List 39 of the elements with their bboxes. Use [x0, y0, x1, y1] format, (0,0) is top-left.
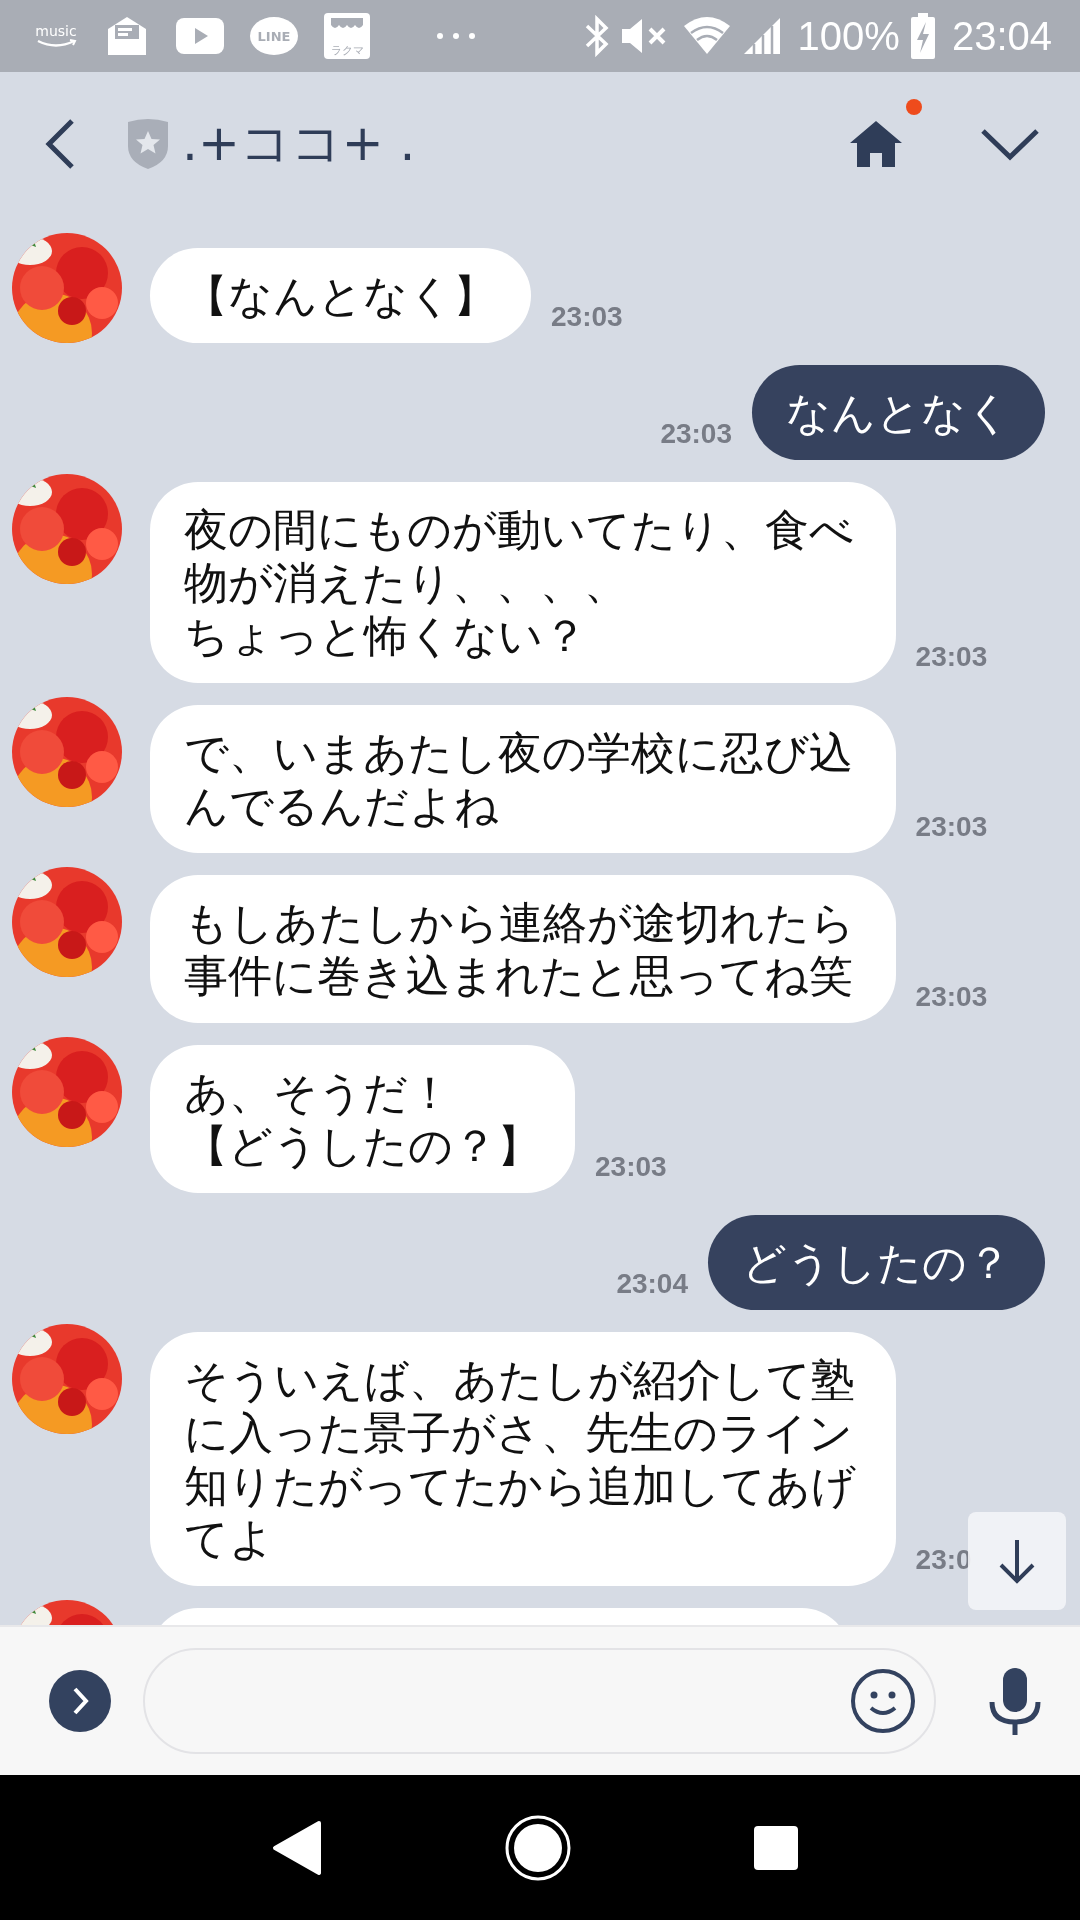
bluetooth-icon [583, 15, 610, 57]
message-text: あ、そうだ！ [184, 1066, 453, 1119]
message-time: 23:03 [660, 418, 732, 450]
message-time: 23:03 [595, 1151, 667, 1183]
more-icon [436, 32, 476, 40]
message-bubble: なんとなく [752, 365, 1045, 460]
message-text: そういえば、あたしが紹介して塾に入った景子がさ、先生のライン知りたがってたから追加してあげてよ [184, 1353, 857, 1565]
clock: 23:04 [951, 13, 1052, 59]
battery-percent: 100% [797, 13, 900, 59]
arrow-down-icon [997, 1538, 1037, 1584]
expand-button[interactable] [49, 1670, 111, 1732]
message-time: 23:03 [915, 811, 988, 843]
chevron-down-icon[interactable] [980, 126, 1040, 161]
message-bubble: どうしたの？ [708, 1215, 1045, 1310]
back-icon[interactable] [44, 117, 76, 170]
back-icon[interactable] [271, 1819, 323, 1876]
play-icon [176, 18, 224, 54]
message-text: 【なんとなく】 [184, 269, 497, 322]
wifi-icon [681, 16, 732, 56]
message-time: 23:03 [551, 301, 623, 333]
message-time: 23:04 [616, 1268, 688, 1300]
message-time: 23:0 [915, 1544, 972, 1576]
chat-title: .+ココ+ . [182, 113, 417, 174]
shield-star-icon [126, 117, 170, 170]
message-text: ちょっと怖くない？ [184, 609, 588, 662]
shop-app-icon: ラクマ [324, 13, 370, 59]
message-text: で、いまあたし夜の学校に忍び込んでるんだよね [184, 726, 854, 832]
message-time: 23:03 [915, 641, 988, 673]
home-icon[interactable] [848, 118, 904, 169]
message-time: 23:03 [915, 981, 988, 1013]
message-text: もしあたしから連絡が途切れたら事件に巻き込まれたと思ってね笑 [184, 896, 856, 1002]
message-text: 夜の間にものが動いてたり、食べ物が消えたり、、、、 [184, 503, 855, 609]
message-text: 【どうしたの？】 [184, 1119, 541, 1172]
home-button-icon[interactable] [505, 1814, 571, 1881]
chat-app-icon: LINE [250, 17, 298, 55]
emoji-icon[interactable] [850, 1668, 916, 1734]
battery-charging-icon [909, 13, 936, 59]
recents-icon[interactable] [753, 1824, 799, 1871]
microphone-icon[interactable] [988, 1666, 1042, 1736]
